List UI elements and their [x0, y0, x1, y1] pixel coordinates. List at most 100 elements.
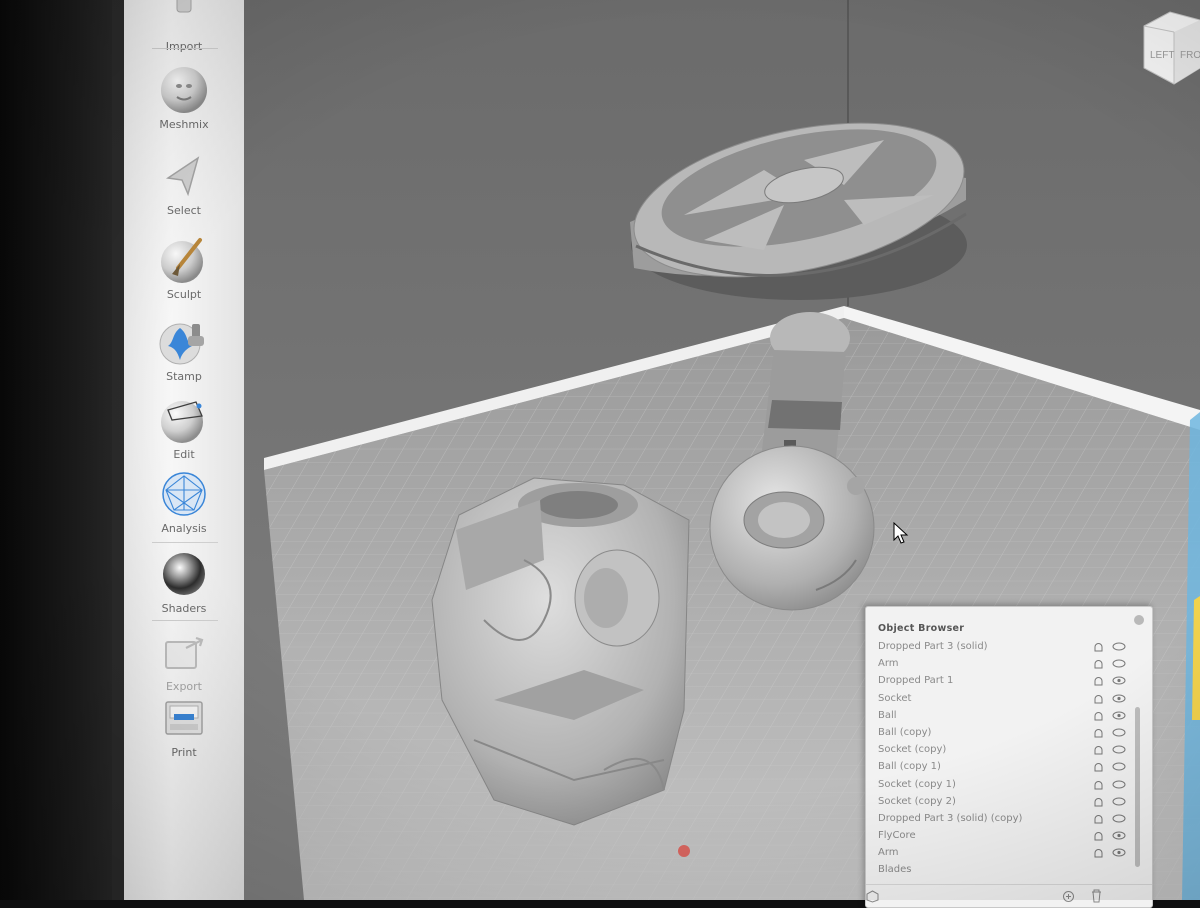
eye-icon[interactable] — [1112, 831, 1126, 840]
lock-icon[interactable] — [1093, 711, 1104, 721]
object-row[interactable]: Blades — [866, 861, 1126, 878]
meshmix-icon — [161, 67, 207, 113]
eye-icon[interactable] — [1112, 745, 1126, 754]
object-browser-title: Object Browser — [878, 623, 965, 634]
cube-icon[interactable] — [866, 890, 879, 903]
object-browser-panel: Object Browser Dropped Part 3 (solid) Ar… — [865, 606, 1153, 908]
sculpt-label: Sculpt — [166, 288, 202, 301]
object-row[interactable]: Dropped Part 1 — [866, 672, 1126, 689]
object-name: Ball — [878, 709, 897, 721]
edit-label: Edit — [173, 448, 195, 461]
analysis-label: Analysis — [161, 522, 207, 535]
eye-icon[interactable] — [1112, 814, 1126, 823]
object-name: Ball (copy) — [878, 726, 932, 738]
export-tool[interactable]: Export — [124, 626, 244, 693]
eye-icon[interactable] — [1112, 676, 1126, 685]
object-browser-scrollbar[interactable] — [1135, 707, 1140, 867]
object-list: Dropped Part 3 (solid) Arm Dropped Part … — [866, 638, 1126, 879]
shaders-tool[interactable]: Shaders — [124, 548, 244, 615]
lock-icon[interactable] — [1093, 659, 1104, 669]
meshmix-label: Meshmix — [159, 118, 209, 131]
object-row[interactable]: Dropped Part 3 (solid) — [866, 638, 1126, 655]
eye-icon[interactable] — [1112, 711, 1126, 720]
eye-icon[interactable] — [1112, 762, 1126, 771]
eye-icon[interactable] — [1112, 848, 1126, 857]
sculpt-tool[interactable]: Sculpt — [124, 234, 244, 301]
import-tool[interactable]: Import — [124, 0, 244, 53]
printer-icon — [165, 701, 203, 735]
lock-icon[interactable] — [1093, 676, 1104, 686]
object-row[interactable]: Socket (copy 1) — [866, 776, 1126, 793]
object-row[interactable]: Ball (copy) — [866, 724, 1126, 741]
select-label: Select — [167, 204, 201, 217]
object-name: Arm — [878, 658, 899, 670]
lock-icon[interactable] — [1093, 797, 1104, 807]
select-tool[interactable]: Select — [124, 150, 244, 217]
lock-icon[interactable] — [1093, 745, 1104, 755]
object-row[interactable]: FlyCore — [866, 827, 1126, 844]
object-name: Blades — [878, 864, 912, 876]
object-browser-footer — [866, 884, 1152, 907]
lock-icon[interactable] — [1093, 848, 1104, 858]
object-name: Socket — [878, 692, 912, 704]
object-row[interactable]: Socket (copy 2) — [866, 793, 1126, 810]
sculpt-brush-icon — [161, 238, 203, 283]
eye-icon[interactable] — [1112, 642, 1126, 651]
tool-palette: Import Meshmix Select Sculpt Stamp Edit … — [124, 0, 245, 900]
edit-tool[interactable]: Edit — [124, 394, 244, 461]
lock-icon[interactable] — [1093, 694, 1104, 704]
eye-icon[interactable] — [1112, 780, 1126, 789]
lock-icon[interactable] — [1093, 780, 1104, 790]
object-row[interactable]: Arm — [866, 655, 1126, 672]
object-name: Dropped Part 3 (solid) — [878, 641, 988, 652]
right-monitor-edge — [1182, 412, 1200, 900]
mouse-cursor-icon — [893, 522, 909, 544]
object-row[interactable]: Ball — [866, 707, 1126, 724]
lock-icon[interactable] — [1093, 642, 1104, 652]
import-icon — [176, 0, 192, 13]
trash-icon[interactable] — [1090, 889, 1103, 903]
separator — [152, 620, 218, 621]
object-name: Dropped Part 1 — [878, 675, 954, 687]
blades-model[interactable] — [620, 97, 978, 304]
eye-icon[interactable] — [1112, 659, 1126, 668]
object-name: Socket (copy 1) — [878, 778, 956, 790]
shaders-label: Shaders — [161, 602, 207, 615]
separator — [152, 48, 218, 49]
print-tool[interactable]: Print — [124, 692, 244, 759]
object-name: Arm — [878, 847, 899, 859]
eye-icon[interactable] — [1112, 728, 1126, 737]
object-name: Ball (copy 1) — [878, 761, 941, 773]
edit-sphere-icon — [161, 401, 203, 443]
stamp-tool[interactable]: Stamp — [124, 316, 244, 383]
shaders-sphere-icon — [163, 553, 205, 595]
object-row[interactable]: Ball (copy 1) — [866, 758, 1126, 775]
eye-icon[interactable] — [1112, 694, 1126, 703]
meshmix-tool[interactable]: Meshmix — [124, 64, 244, 131]
print-label: Print — [171, 746, 197, 759]
export-icon — [165, 636, 204, 669]
object-row[interactable]: Socket — [866, 690, 1126, 707]
object-name: Dropped Part 3 (solid) (copy) — [878, 812, 1023, 824]
import-label: Import — [165, 40, 203, 53]
lock-icon[interactable] — [1093, 728, 1104, 738]
eye-icon[interactable] — [1112, 797, 1126, 806]
object-row[interactable]: Arm — [866, 844, 1126, 861]
duplicate-icon[interactable] — [1062, 890, 1075, 903]
analysis-tool[interactable]: Analysis — [124, 468, 244, 535]
monitor-bezel — [0, 0, 112, 900]
object-name: Socket (copy 2) — [878, 795, 956, 807]
object-row[interactable]: Socket (copy) — [866, 741, 1126, 758]
select-arrow-icon — [165, 156, 200, 197]
ball-socket-model[interactable] — [709, 445, 875, 611]
object-row[interactable]: Dropped Part 3 (solid) (copy) — [866, 810, 1126, 827]
pivot-point — [678, 845, 690, 857]
object-name: Socket (copy) — [878, 744, 947, 756]
analysis-mesh-icon — [162, 472, 206, 516]
object-name: FlyCore — [878, 830, 916, 842]
lock-icon[interactable] — [1093, 762, 1104, 772]
lock-icon[interactable] — [1093, 814, 1104, 824]
separator — [152, 542, 218, 543]
stamp-icon — [159, 323, 204, 365]
lock-icon[interactable] — [1093, 831, 1104, 841]
